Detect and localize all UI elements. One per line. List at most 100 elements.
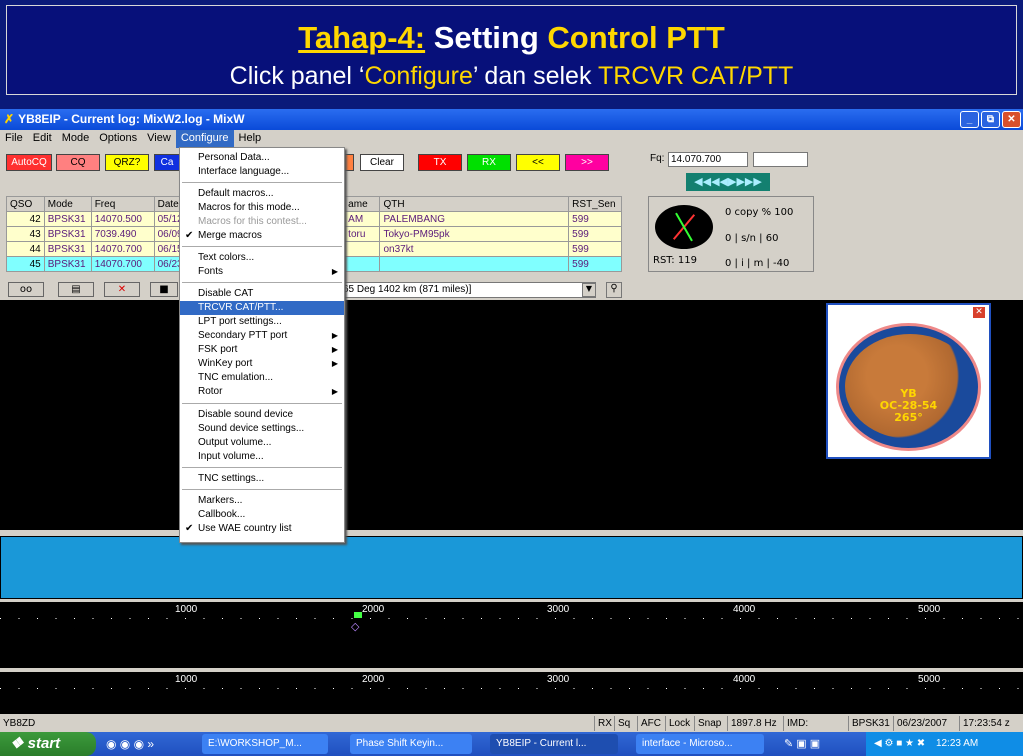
title-setting: Setting [433, 20, 539, 55]
tick-label: 2000 [362, 604, 385, 615]
col-qso[interactable]: QSO [6, 196, 45, 212]
title-step: Tahap-4: [298, 20, 426, 55]
status-rx[interactable]: RX [594, 716, 615, 731]
task-mixw[interactable]: YB8EIP - Current l... [490, 734, 618, 754]
freq-select[interactable]: 14.070.700 [668, 152, 748, 167]
menu-item-fonts[interactable]: Fonts ▶ [180, 265, 344, 279]
minimize-button[interactable]: _ [960, 111, 979, 128]
search-icon[interactable]: ⚲ [606, 282, 622, 298]
menu-help[interactable]: Help [234, 130, 267, 148]
tray-apps-icons[interactable]: ✎ ▣ ▣ [784, 737, 820, 750]
slide-header: Tahap-4: Setting Control PTT Click panel… [6, 5, 1017, 95]
mode-select[interactable] [753, 152, 808, 167]
glasses-icon[interactable]: οο [8, 282, 44, 297]
menu-item-interface-language[interactable]: Interface language... [180, 165, 344, 179]
disk-icon[interactable]: ■ [150, 282, 178, 297]
transmit-window[interactable] [0, 536, 1023, 599]
status-date: 06/23/2007 [893, 716, 950, 731]
menu-item-winkey-port[interactable]: WinKey port ▶ [180, 357, 344, 371]
clear-button[interactable]: Clear [360, 154, 404, 171]
menu-item-default-macros[interactable]: Default macros... [180, 187, 344, 201]
menu-item-fsk-port[interactable]: FSK port ▶ [180, 343, 344, 357]
restore-button[interactable]: ⧉ [981, 111, 1000, 128]
status-imd: IMD: [783, 716, 811, 731]
slide-subtitle: Click panel ‘Configure’ dan selek TRCVR … [7, 62, 1016, 91]
close-icon[interactable]: ✕ [973, 307, 985, 318]
info-dropdown[interactable]: 65 Deg 1402 km (871 miles)] [340, 282, 596, 298]
menu-item-merge-macros[interactable]: ✔ Merge macros [180, 229, 344, 243]
menu-configure[interactable]: Configure [175, 130, 234, 148]
tick-label: 4000 [733, 674, 756, 685]
task-word[interactable]: interface - Microso... [636, 734, 764, 754]
menu-item-input-volume[interactable]: Input volume... [180, 450, 344, 464]
menu-item-tnc-emulation[interactable]: TNC emulation... [180, 371, 344, 385]
menu-view[interactable]: View [142, 130, 176, 148]
delete-icon[interactable]: ✕ [104, 282, 140, 297]
menu-item-trcvr-cat-ptt[interactable]: TRCVR CAT/PTT... [180, 301, 344, 315]
status-bar: YB8ZD RX Sq AFC Lock Snap 1897.8 Hz IMD:… [0, 716, 1023, 732]
forward-button[interactable]: >> [565, 154, 609, 171]
back-button[interactable]: << [516, 154, 560, 171]
start-button[interactable]: ❖ start [0, 732, 96, 756]
rx-button[interactable]: RX [467, 154, 511, 171]
subtitle-configure: Configure [364, 62, 473, 90]
menu-options[interactable]: Options [94, 130, 142, 148]
window-titlebar[interactable]: ✗ YB8EIP - Current log: MixW2.log - MixW … [0, 109, 1023, 130]
status-freq: 1897.8 Hz [727, 716, 780, 731]
menu-item-tnc-settings[interactable]: TNC settings... [180, 472, 344, 486]
quicklaunch-icons[interactable]: ◉ ◉ ◉ » [106, 737, 154, 751]
tx-button[interactable]: TX [418, 154, 462, 171]
menubar: File Edit Mode Options View Configure He… [0, 130, 1023, 148]
menu-item-rotor[interactable]: Rotor ▶ [180, 385, 344, 399]
task-powerpoint[interactable]: Phase Shift Keyin... [350, 734, 472, 754]
flag-icon [354, 612, 362, 618]
autocq-button[interactable]: AutoCQ [6, 154, 52, 171]
menu-item-markers[interactable]: Markers... [180, 494, 344, 508]
sn-meter: 0 | s/n | 60 [725, 233, 779, 244]
menu-item-callbook[interactable]: Callbook... [180, 508, 344, 522]
col-rst[interactable]: RST_Sen [568, 196, 622, 212]
mixw-window: ✗ YB8EIP - Current log: MixW2.log - MixW … [0, 109, 1023, 732]
close-button[interactable]: ✕ [1002, 111, 1021, 128]
dropdown-arrow-icon[interactable]: ▼ [582, 283, 596, 297]
system-tray: ◀ ⚙ ■ ★ ✖ 12:23 AM [866, 732, 1023, 756]
macro-button-hidden[interactable] [344, 154, 354, 171]
col-qth[interactable]: QTH [379, 196, 570, 212]
tick-label: 1000 [175, 674, 198, 685]
status-snap[interactable]: Snap [694, 716, 724, 731]
tick-label: 4000 [733, 604, 756, 615]
menu-item-output-volume[interactable]: Output volume... [180, 436, 344, 450]
cq-button[interactable]: CQ [56, 154, 100, 171]
menu-file[interactable]: File [0, 130, 28, 148]
col-mode[interactable]: Mode [43, 196, 92, 212]
menu-item-macros-mode[interactable]: Macros for this mode... [180, 201, 344, 215]
ca-button[interactable]: Ca [154, 154, 180, 171]
configure-menu: Personal Data... Interface language... D… [179, 147, 345, 543]
status-lock[interactable]: Lock [665, 716, 693, 731]
menu-item-lpt-port[interactable]: LPT port settings... [180, 315, 344, 329]
status-afc[interactable]: AFC [637, 716, 664, 731]
waterfall-lower[interactable]: 1000 2000 3000 4000 5000 [0, 672, 1023, 714]
menu-item-text-colors[interactable]: Text colors... [180, 251, 344, 265]
cursor-marker-icon[interactable]: ◇ [351, 620, 359, 633]
qrz-button[interactable]: QRZ? [105, 154, 149, 171]
menu-item-wae-list[interactable]: ✔ Use WAE country list [180, 522, 344, 536]
menu-edit[interactable]: Edit [28, 130, 57, 148]
menu-item-secondary-ptt[interactable]: Secondary PTT port ▶ [180, 329, 344, 343]
globe-window: ✕ YB OC-28-54 265° [826, 303, 991, 459]
menu-item-disable-sound[interactable]: Disable sound device [180, 408, 344, 422]
tick-label: 2000 [362, 674, 385, 685]
submenu-arrow-icon: ▶ [331, 387, 338, 396]
save-qso-icon[interactable]: ▤ [58, 282, 94, 297]
menu-item-disable-cat[interactable]: Disable CAT [180, 287, 344, 301]
menu-item-sound-settings[interactable]: Sound device settings... [180, 422, 344, 436]
menu-item-personal-data[interactable]: Personal Data... [180, 151, 344, 165]
status-sq[interactable]: Sq [614, 716, 633, 731]
col-freq[interactable]: Freq [90, 196, 155, 212]
waterfall-upper[interactable]: 1000 2000 3000 4000 5000 ◇ [0, 602, 1023, 668]
menu-mode[interactable]: Mode [57, 130, 95, 148]
tray-icons[interactable]: ◀ ⚙ ■ ★ ✖ [874, 738, 925, 749]
taskbar: ❖ start ◉ ◉ ◉ » E:\WORKSHOP_M... Phase S… [0, 732, 1023, 756]
tune-arrows[interactable]: ◀◀◀◀▶▶▶▶ [686, 173, 770, 191]
task-explorer[interactable]: E:\WORKSHOP_M... [202, 734, 328, 754]
